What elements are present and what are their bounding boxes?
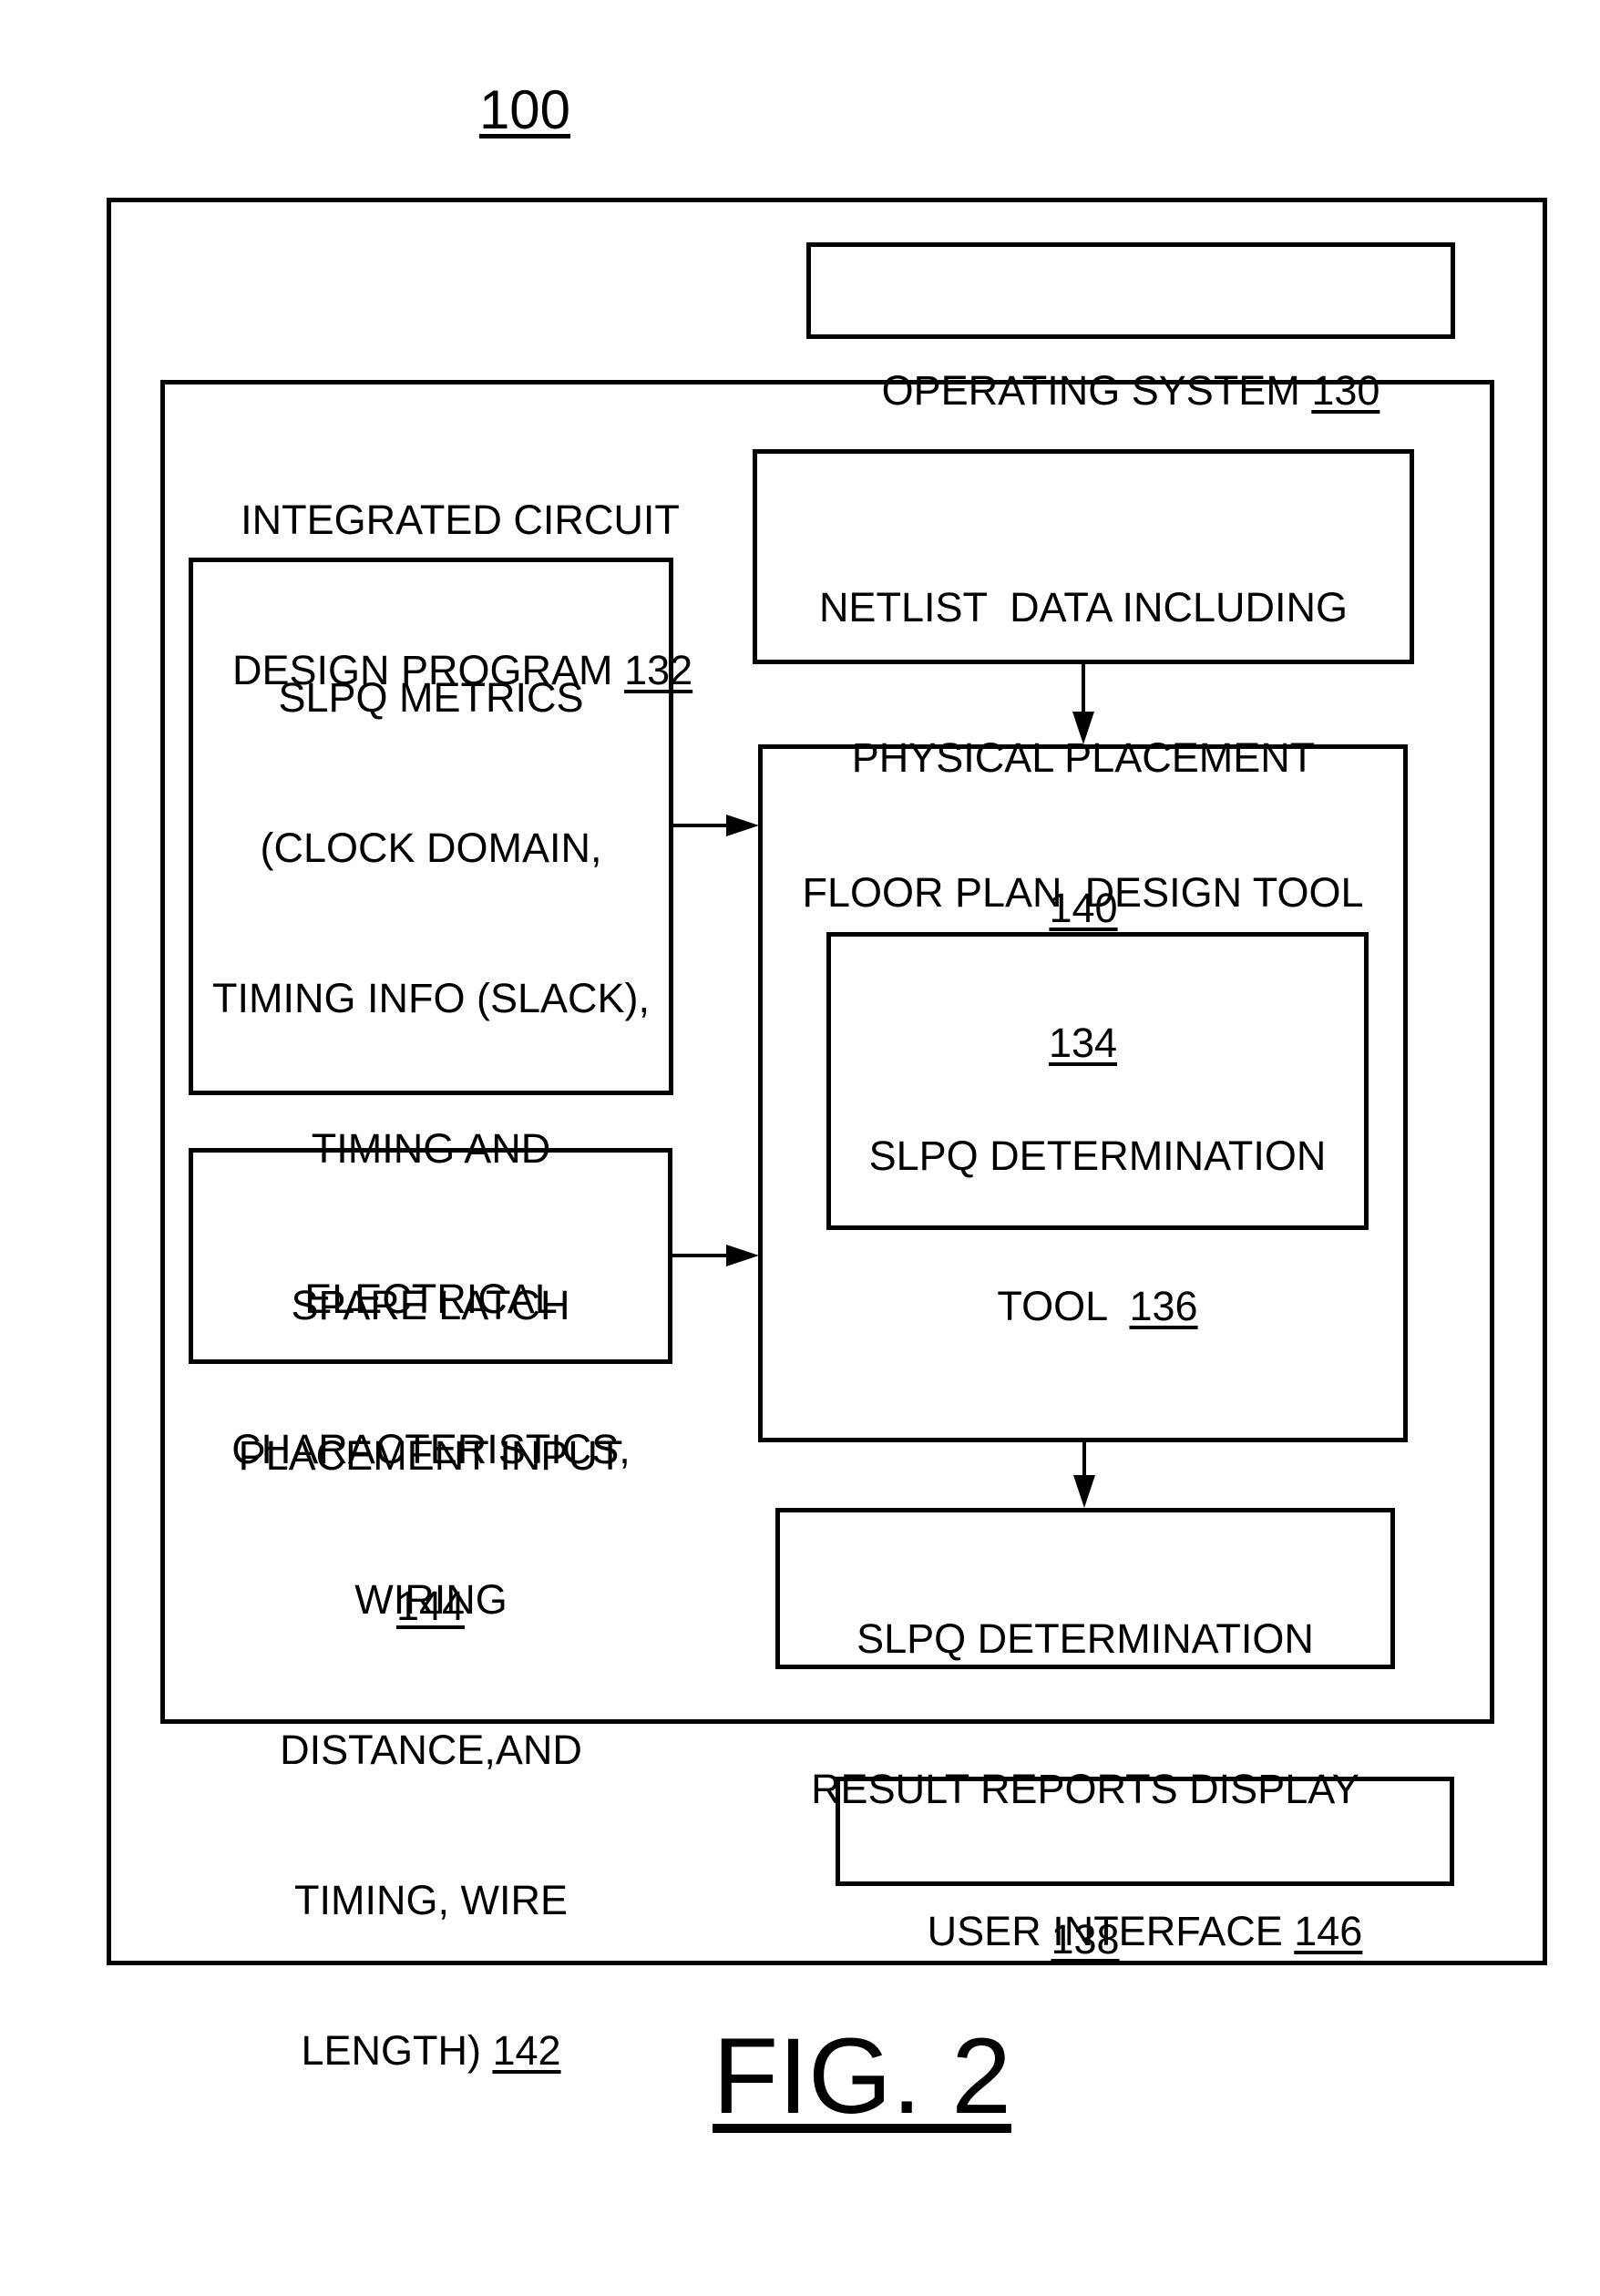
label-text: TIMING, WIRE — [294, 1877, 568, 1923]
label-text: SLPQ METRICS — [278, 674, 584, 721]
label-text: TOOL — [997, 1283, 1130, 1329]
label-text: USER INTERFACE — [927, 1908, 1295, 1954]
arrow-head-down-icon — [1073, 1475, 1095, 1508]
reference-number: 136 — [1129, 1283, 1198, 1329]
arrow-head-down-icon — [1072, 712, 1094, 744]
figure-caption: FIG. 2 — [638, 2014, 1086, 2138]
arrow-shaft — [672, 1254, 728, 1257]
arrow-shaft — [1082, 664, 1085, 713]
arrow-head-right-icon — [726, 815, 759, 836]
label-text: INTEGRATED CIRCUIT — [241, 497, 680, 543]
reference-number: 142 — [492, 2027, 561, 2074]
label-text: (CLOCK DOMAIN, — [260, 825, 602, 871]
figure-reference-number: 100 — [434, 78, 616, 142]
figure-caption-text: FIG. 2 — [713, 2016, 1011, 2137]
reference-number: 146 — [1294, 1908, 1363, 1954]
reference-number: 144 — [395, 1583, 466, 1629]
label-text: SLPQ DETERMINATION — [868, 1133, 1327, 1179]
label-text: DISTANCE,AND — [280, 1727, 582, 1773]
label-text: SPARE LATCH — [291, 1282, 570, 1328]
label-text: FLOOR PLAN DESIGN TOOL — [802, 869, 1364, 916]
spare-latch-placement-input-label: SPARE LATCH PLACEMENT INPUT 144 — [189, 1180, 672, 1681]
arrow-head-right-icon — [726, 1245, 759, 1266]
label-text: TIMING INFO (SLACK), — [211, 975, 650, 1021]
label-text: NETLIST DATA INCLUDING — [818, 584, 1349, 630]
slpq-determination-tool-label: SLPQ DETERMINATION TOOL 136 — [826, 1030, 1369, 1381]
label-text: SLPQ DETERMINATION — [856, 1615, 1314, 1662]
arrow-shaft — [1082, 1442, 1086, 1477]
label-text: PLACEMENT INPUT — [238, 1432, 623, 1479]
label-text: LENGTH) — [301, 2027, 493, 2074]
arrow-shaft — [673, 824, 728, 827]
user-interface-label: USER INTERFACE 146 — [836, 1806, 1454, 2006]
figure-reference-label: 100 — [478, 79, 571, 140]
